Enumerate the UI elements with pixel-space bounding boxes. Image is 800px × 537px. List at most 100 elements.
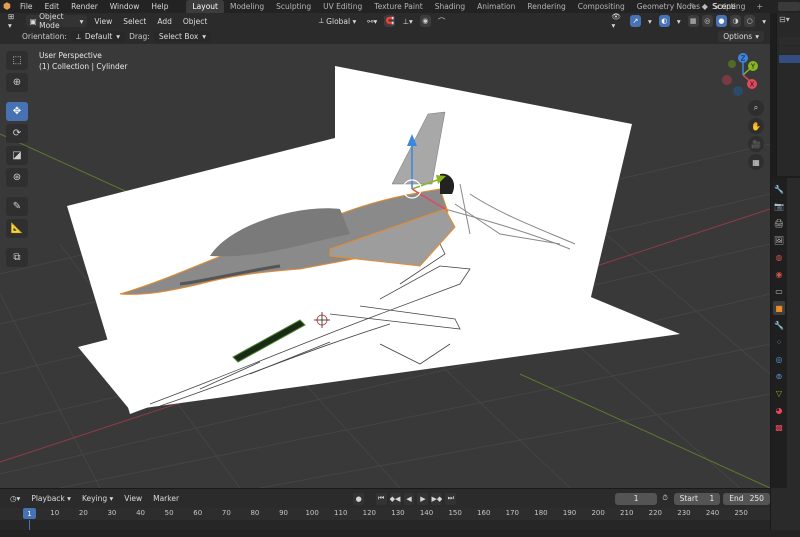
view-layer-field[interactable]	[778, 2, 800, 11]
transform-tool-icon[interactable]: ⊛	[6, 168, 28, 187]
options-dropdown[interactable]: Options ▾	[718, 31, 764, 42]
scale-tool-icon[interactable]: ◪	[6, 146, 28, 165]
outliner-filter-icon[interactable]: ⊟▾	[779, 15, 800, 24]
material-properties-icon[interactable]: ◕	[773, 403, 785, 417]
play-reverse-icon[interactable]: ◀	[403, 492, 415, 505]
drag-dropdown[interactable]: Select Box ▾	[153, 31, 212, 42]
proportional-falloff-button[interactable]: ⌒	[434, 15, 450, 27]
modifier-properties-icon[interactable]: 🔧	[773, 318, 785, 332]
stopwatch-icon[interactable]: ⏱	[660, 493, 671, 505]
select-box-tool-icon[interactable]: ⬚	[6, 51, 28, 70]
viewport-canvas[interactable]	[0, 44, 770, 488]
output-properties-icon[interactable]: 🖨	[773, 216, 785, 230]
shading-dropdown[interactable]: ▾	[758, 15, 770, 27]
outliner-row[interactable]	[779, 37, 800, 45]
zoom-icon[interactable]: ⌕	[748, 100, 764, 116]
physics-properties-icon[interactable]: ◎	[773, 352, 785, 366]
rendered-shading-icon[interactable]: ○	[744, 15, 756, 27]
workspace-tab-uv-editing[interactable]: UV Editing	[317, 0, 368, 13]
jump-start-icon[interactable]: ⏮	[375, 492, 387, 505]
outliner-panel[interactable]: ⊟▾	[776, 13, 800, 176]
perspective-grid-icon[interactable]: ▦	[748, 154, 764, 170]
timeline-track-area[interactable]	[0, 520, 770, 530]
current-frame-field[interactable]: 1	[615, 492, 657, 505]
add-cube-tool-icon[interactable]: ⧉	[6, 248, 28, 267]
timeline-menu-view[interactable]: View	[120, 493, 146, 505]
menu-help[interactable]: Help	[145, 0, 174, 13]
pan-hand-icon[interactable]: ✋	[748, 118, 764, 134]
particles-properties-icon[interactable]: ⁘	[773, 335, 785, 349]
start-frame-field[interactable]: Start 1	[673, 492, 721, 505]
play-icon[interactable]: ▶	[417, 492, 429, 505]
workspace-tab-modeling[interactable]: Modeling	[224, 0, 270, 13]
gizmo-x-label: X	[750, 81, 755, 89]
render-properties-icon[interactable]: 📷	[773, 199, 785, 213]
measure-tool-icon[interactable]: 📐	[6, 219, 28, 238]
record-icon[interactable]: ●	[353, 492, 365, 505]
pivot-point-button[interactable]: ⚯▾	[363, 15, 381, 27]
timeline-menu-playback[interactable]: Playback ▾	[27, 493, 75, 505]
rotate-tool-icon[interactable]: ⟳	[6, 124, 28, 143]
properties-panel-lower[interactable]	[770, 488, 800, 530]
outliner-row-selected[interactable]	[779, 55, 800, 63]
editor-type-button[interactable]: ⊞ ▾	[4, 12, 23, 30]
header-menu-add[interactable]: Add	[153, 15, 176, 27]
timeline-menu-keying[interactable]: Keying ▾	[78, 493, 117, 505]
constraints-properties-icon[interactable]: ⊚	[773, 369, 785, 383]
header-menu-select[interactable]: Select	[119, 15, 150, 27]
navigation-gizmo[interactable]: Y X Z	[718, 50, 768, 100]
properties-panel[interactable]: 🔧 📷 🖨 🖼 ◍ ◉ ▭ ■ 🔧 ⁘ ◎ ⊚ ▽ ◕ ▩	[770, 178, 800, 488]
move-tool-icon[interactable]: ✥	[6, 102, 28, 121]
playhead[interactable]: 1	[23, 508, 36, 519]
timeline-ruler[interactable]: 1 10 20 30 40 50 60 70 80 90 100 110 120 130 140 150 16…	[0, 508, 770, 520]
tool-properties-icon[interactable]: 🔧	[773, 182, 785, 196]
header-menu-view[interactable]: View	[90, 15, 116, 27]
3d-viewport[interactable]: User Perspective (1) Collection | Cylind…	[0, 44, 770, 488]
transform-orientation-dropdown[interactable]: ⟂ Global ▾	[315, 15, 360, 27]
data-properties-icon[interactable]: ▽	[773, 386, 785, 400]
orientation-dropdown[interactable]: ⟂ Default ▾	[70, 31, 126, 42]
timeline-editor-type-button[interactable]: ◷▾	[6, 493, 24, 505]
snap-toggle-icon[interactable]: 🧲	[384, 15, 396, 27]
visibility-button[interactable]: 👁▾	[608, 12, 627, 30]
timeline-tick-label: 210	[620, 509, 634, 517]
material-shading-icon[interactable]: ◑	[729, 15, 742, 27]
workspace-tab-shading[interactable]: Shading	[429, 0, 471, 13]
scene-selector[interactable]: ✎ ◆ Scene	[686, 0, 800, 13]
menu-window[interactable]: Window	[104, 0, 146, 13]
overlays-dropdown[interactable]: ▾	[673, 15, 685, 27]
workspace-tab-layout[interactable]: Layout	[186, 0, 224, 13]
workspace-tab-texture-paint[interactable]: Texture Paint	[368, 0, 428, 13]
wireframe-shading-icon[interactable]: ◎	[701, 15, 713, 27]
header-menu-object[interactable]: Object	[179, 15, 211, 27]
annotate-tool-icon[interactable]: ✎	[6, 197, 28, 216]
outliner-row[interactable]	[779, 46, 800, 54]
texture-properties-icon[interactable]: ▩	[773, 420, 785, 434]
cursor-tool-icon[interactable]: ⊕	[6, 73, 28, 92]
workspace-tab-sculpting[interactable]: Sculpting	[270, 0, 317, 13]
chevron-down-icon: ▾	[350, 16, 357, 26]
xray-toggle-icon[interactable]: ▦	[687, 15, 699, 27]
view-layer-properties-icon[interactable]: 🖼	[773, 233, 785, 247]
object-mode-icon: ▣	[29, 16, 40, 26]
jump-end-icon[interactable]: ⏭	[445, 492, 457, 505]
scene-properties-icon[interactable]: ◍	[773, 250, 785, 264]
mode-dropdown[interactable]: ▣ Object Mode ▾	[25, 12, 88, 30]
gizmo-dropdown[interactable]: ▾	[644, 15, 656, 27]
prev-keyframe-icon[interactable]: ◆◀	[389, 492, 401, 505]
workspace-tab-animation[interactable]: Animation	[471, 0, 521, 13]
overlays-toggle-icon[interactable]: ◐	[658, 15, 670, 27]
timeline-menu-marker[interactable]: Marker	[149, 493, 183, 505]
proportional-edit-icon[interactable]: ◉	[419, 15, 431, 27]
snap-target-button[interactable]: ⊥▾	[398, 15, 416, 27]
camera-icon[interactable]: 🎥	[748, 136, 764, 152]
collection-properties-icon[interactable]: ▭	[773, 284, 785, 298]
object-properties-icon[interactable]: ■	[773, 301, 785, 315]
workspace-tab-rendering[interactable]: Rendering	[521, 0, 571, 13]
pin-icon[interactable]: ✎	[690, 2, 697, 11]
world-properties-icon[interactable]: ◉	[773, 267, 785, 281]
end-frame-field[interactable]: End 250	[723, 492, 770, 505]
solid-shading-icon[interactable]: ●	[715, 15, 727, 27]
gizmo-toggle-icon[interactable]: ↗	[629, 15, 642, 27]
next-keyframe-icon[interactable]: ▶◆	[431, 492, 443, 505]
